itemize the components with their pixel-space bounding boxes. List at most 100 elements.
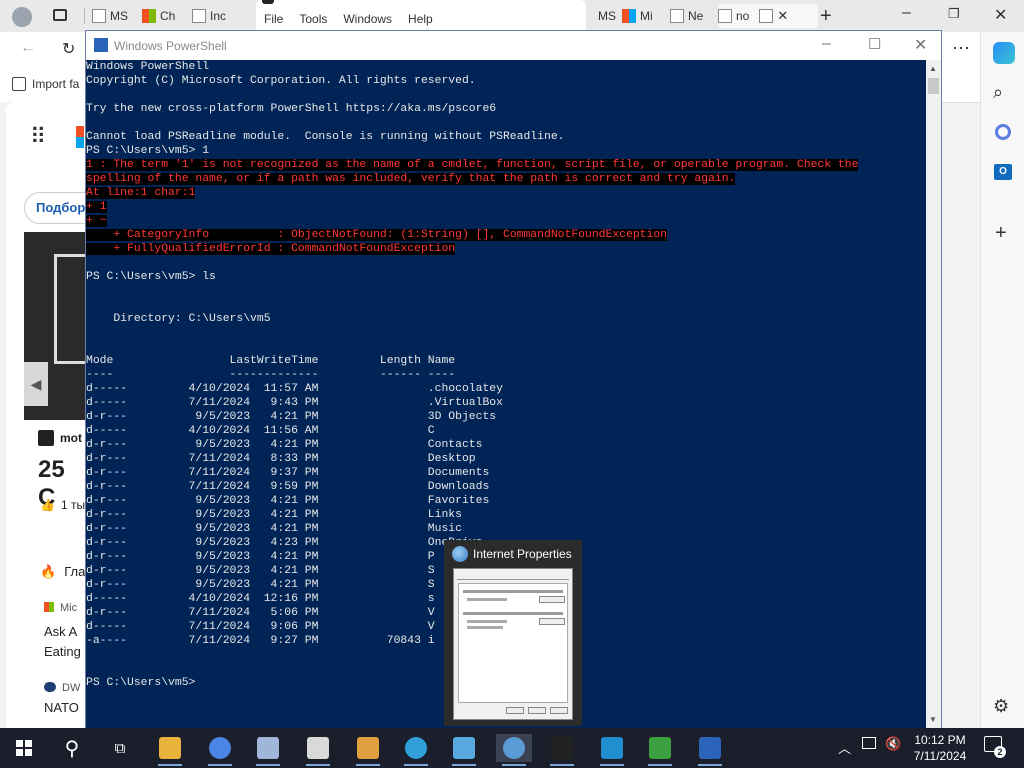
- search-icon[interactable]: ⌕: [993, 82, 1003, 103]
- scroll-up-icon[interactable]: ▲: [929, 64, 937, 73]
- tab-favicon-icon: [92, 9, 106, 23]
- tab-label: Ne: [688, 9, 704, 23]
- microsoft-365-icon[interactable]: [995, 124, 1011, 140]
- restore-icon[interactable]: ❐: [948, 6, 960, 22]
- carousel-prev-icon[interactable]: ◀: [24, 362, 48, 406]
- new-tab-icon[interactable]: +: [820, 5, 832, 28]
- preview-title: Internet Properties: [473, 547, 572, 561]
- browser-tab[interactable]: Inc: [192, 4, 238, 28]
- browser-tab[interactable]: Ne: [670, 4, 714, 28]
- menu-help[interactable]: Help: [408, 12, 433, 26]
- menu-windows[interactable]: Windows: [343, 12, 392, 26]
- browser-tab[interactable]: Ch: [142, 4, 186, 28]
- clock-date: 7/11/2024: [913, 749, 967, 763]
- tab-favicon-icon: [622, 9, 636, 23]
- taskbar-app-button[interactable]: [692, 734, 728, 766]
- close-icon[interactable]: ✕: [994, 5, 1007, 25]
- console-line: Copyright (C) Microsoft Corporation. All…: [86, 75, 476, 87]
- console-line: Directory: C:\Users\vm5: [86, 313, 271, 325]
- browser-tab[interactable]: Mi: [622, 4, 664, 28]
- ms-logo-icon: [76, 126, 84, 148]
- taskbar-clock[interactable]: 10:12 PM 7/11/2024: [905, 732, 975, 764]
- taskbar-app-button[interactable]: [300, 734, 336, 766]
- taskbar-app-button[interactable]: [202, 734, 238, 766]
- tab-label: MS: [598, 9, 616, 23]
- console-line: d-r--- 9/5/2023 4:21 PM Contacts: [86, 439, 483, 451]
- console-line: d----- 4/10/2024 11:56 AM C: [86, 425, 435, 437]
- console-line: d-r--- 7/11/2024 8:33 PM Desktop: [86, 453, 476, 465]
- windows-logo-icon: [16, 740, 32, 756]
- refresh-icon[interactable]: ↻: [62, 39, 75, 59]
- console-line: d-r--- 9/5/2023 4:21 PM Links: [86, 509, 462, 521]
- tab-label: Mi: [640, 9, 653, 23]
- import-favorites-button[interactable]: Import fa: [12, 77, 79, 91]
- console-line: ​: [86, 298, 926, 312]
- minimize-icon[interactable]: –: [902, 4, 911, 22]
- minimize-icon[interactable]: –: [822, 35, 831, 53]
- browser-tab[interactable]: MS: [598, 4, 618, 28]
- apps-grid-icon[interactable]: ⠿: [30, 124, 46, 150]
- powershell-icon: [699, 737, 721, 759]
- maximize-icon[interactable]: ☐: [868, 35, 881, 53]
- outlook-icon[interactable]: O: [994, 164, 1012, 180]
- console-error-line: spelling of the name, or if a path was i…: [86, 173, 736, 185]
- powershell-titlebar[interactable]: Windows PowerShell – ☐ ✕: [86, 31, 941, 60]
- taskbar-app-button[interactable]: [398, 734, 434, 766]
- taskbar-app-button[interactable]: [152, 734, 188, 766]
- start-button[interactable]: [6, 734, 42, 762]
- taskbar-app-button[interactable]: [642, 734, 678, 766]
- virtualbox-icon: [257, 737, 279, 759]
- taskbar-app-button[interactable]: [594, 734, 630, 766]
- console-line: ​: [86, 340, 926, 354]
- profile-avatar[interactable]: [12, 7, 32, 27]
- taskbar-app-button[interactable]: [350, 734, 386, 766]
- tab-favicon-icon: [670, 9, 684, 23]
- tab-label: no: [736, 9, 750, 23]
- taskbar-app-button[interactable]: [250, 734, 286, 766]
- search-suggestion-button[interactable]: Подбор: [24, 192, 86, 224]
- control-panel-icon: [453, 737, 475, 759]
- settings-gear-icon[interactable]: ⚙: [993, 696, 1009, 717]
- volume-muted-icon[interactable]: 🔇: [885, 736, 901, 752]
- task-view-icon[interactable]: ⧉: [102, 734, 138, 762]
- menu-tools[interactable]: Tools: [299, 12, 327, 26]
- scroll-down-icon[interactable]: ▼: [929, 715, 937, 724]
- close-icon[interactable]: ✕: [914, 35, 927, 55]
- tab-actions-icon[interactable]: [53, 9, 67, 21]
- dialog-tab-row: [457, 573, 569, 580]
- show-hidden-icons-icon[interactable]: ︿: [838, 738, 851, 757]
- browser-tab[interactable]: MS: [92, 4, 136, 28]
- news-headline[interactable]: Ask A Eating: [44, 622, 81, 662]
- news-hero-image[interactable]: ◀: [24, 232, 86, 420]
- scrollbar-thumb[interactable]: [928, 78, 939, 94]
- console-line: d-r--- 9/5/2023 4:21 PM 3D Objects: [86, 411, 497, 423]
- internet-properties-icon: [503, 737, 525, 759]
- weather-card[interactable]: mot 25 C 👍 1 ты: [24, 420, 86, 542]
- console-line: Windows PowerShell: [86, 61, 210, 73]
- news-headline[interactable]: NATO: [44, 700, 79, 715]
- clock-time: 10:12 PM: [914, 733, 966, 747]
- like-icon[interactable]: 👍: [40, 498, 55, 512]
- browser-tab[interactable]: no ✕: [718, 4, 818, 28]
- taskbar-app-button[interactable]: [496, 734, 532, 766]
- copilot-icon[interactable]: [993, 42, 1015, 64]
- console-line: d-r--- 9/5/2023 4:21 PM Favorites: [86, 495, 490, 507]
- taskbar-app-button[interactable]: [544, 734, 580, 766]
- active-browser-tab[interactable]: File Tools Windows Help: [256, 0, 586, 32]
- taskbar-app-button[interactable]: [446, 734, 482, 766]
- menu-file[interactable]: File: [264, 12, 283, 26]
- more-options-icon[interactable]: ⋯: [952, 38, 970, 59]
- internet-properties-preview[interactable]: Internet Properties: [444, 540, 582, 726]
- tab-favicon-icon: [192, 9, 206, 23]
- window-title: Windows PowerShell: [114, 38, 227, 53]
- close-tab-icon[interactable]: ✕: [777, 8, 788, 24]
- preview-dialog-image: [453, 568, 573, 720]
- console-line: PS C:\Users\vm5> 1: [86, 145, 210, 157]
- tab-favicon-icon: [759, 9, 774, 23]
- add-sidebar-app-icon[interactable]: +: [995, 222, 1007, 245]
- tab-label: MS: [110, 9, 128, 23]
- search-icon[interactable]: ⚲: [54, 734, 90, 762]
- network-icon[interactable]: [862, 737, 876, 749]
- console-scrollbar[interactable]: ▲ ▼: [926, 60, 941, 729]
- back-icon[interactable]: ←: [20, 39, 36, 57]
